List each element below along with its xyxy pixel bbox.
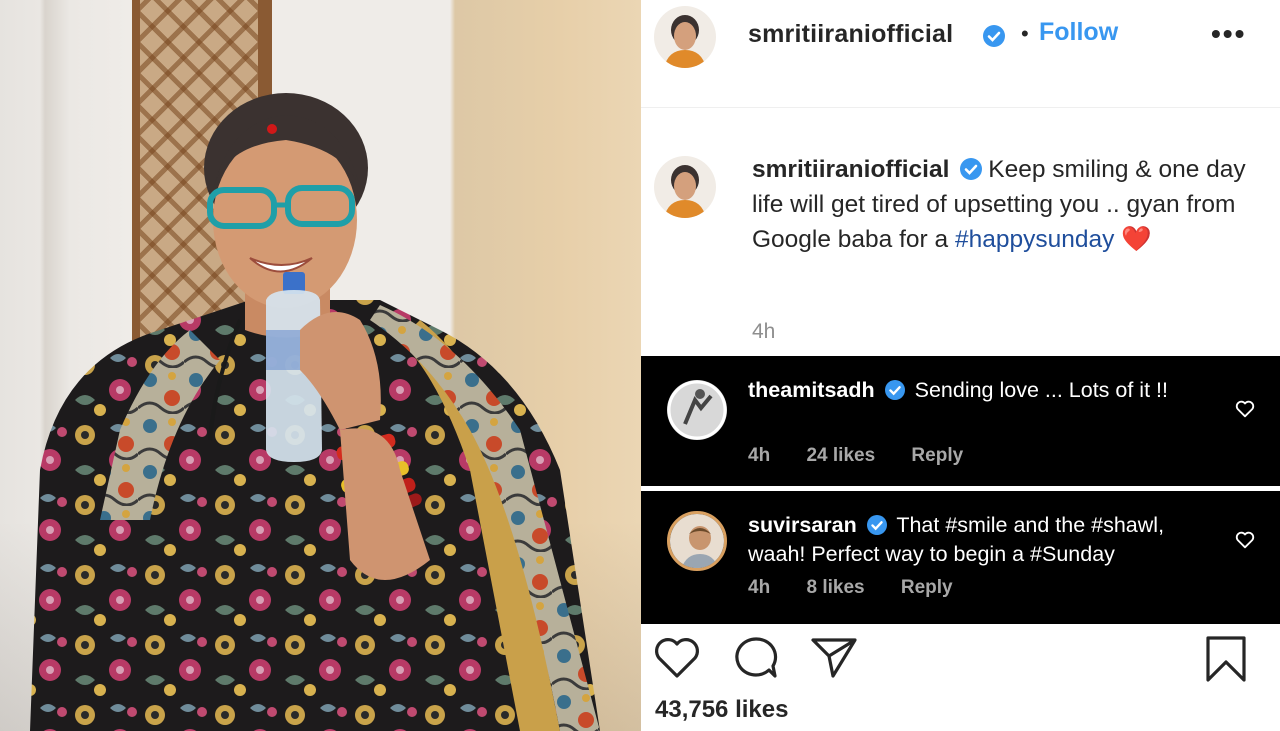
verified-badge-icon (866, 515, 887, 535)
reply-button[interactable]: Reply (901, 577, 953, 598)
hashtag-link[interactable]: #happysunday (955, 226, 1114, 253)
caption-timestamp: 4h (752, 320, 776, 343)
more-options-icon[interactable]: ••• (1211, 18, 1246, 50)
paper-plane-icon[interactable] (809, 634, 859, 680)
comment-body: suvirsaran That #smile and the #shawl, w… (748, 511, 1218, 569)
bookmark-icon[interactable] (1203, 634, 1249, 684)
comment-meta: 4h 8 likes Reply (748, 577, 984, 599)
post-side-panel: smritiiraniofficial • Follow ••• smritii… (641, 0, 1280, 731)
comment-bubble-icon[interactable] (731, 634, 781, 680)
commenter-username[interactable]: theamitsadh (748, 378, 875, 402)
small-heart-icon[interactable] (1234, 398, 1256, 420)
comment-text: Sending love ... Lots of it !! (914, 378, 1168, 402)
post-action-bar (641, 628, 1280, 688)
heart-outline-icon[interactable] (653, 634, 701, 680)
comment-item: theamitsadh Sending love ... Lots of it … (641, 356, 1280, 486)
author-avatar[interactable] (654, 6, 716, 68)
verified-badge-icon (983, 25, 1005, 47)
verified-badge-icon (884, 380, 905, 400)
reply-button[interactable]: Reply (911, 445, 963, 466)
verified-badge-icon (960, 158, 983, 180)
woman-with-water-bottle-illustration (30, 93, 600, 731)
follow-button[interactable]: Follow (1039, 18, 1118, 47)
commenter-avatar[interactable] (667, 380, 727, 440)
author-username[interactable]: smritiiraniofficial (748, 20, 953, 49)
comment-time: 4h (748, 577, 771, 598)
post-caption: smritiiraniofficial Keep smiling & one d… (641, 108, 1280, 356)
comment-likes[interactable]: 24 likes (806, 445, 875, 466)
caption-author-avatar[interactable] (654, 156, 716, 218)
red-heart-emoji: ❤️ (1121, 226, 1152, 253)
comment-item: suvirsaran That #smile and the #shawl, w… (641, 491, 1280, 624)
comment-time: 4h (748, 445, 771, 466)
commenter-username[interactable]: suvirsaran (748, 513, 857, 537)
post-header: smritiiraniofficial • Follow ••• (641, 0, 1280, 108)
comment-body: theamitsadh Sending love ... Lots of it … (748, 376, 1218, 405)
comment-likes[interactable]: 8 likes (806, 577, 864, 598)
caption-username[interactable]: smritiiraniofficial (752, 156, 949, 183)
comment-meta: 4h 24 likes Reply (748, 445, 994, 467)
caption-text: smritiiraniofficial Keep smiling & one d… (752, 152, 1252, 257)
commenter-avatar[interactable] (667, 511, 727, 571)
small-heart-icon[interactable] (1234, 529, 1256, 551)
likes-count[interactable]: 43,756 likes (655, 696, 788, 724)
post-photo (0, 0, 641, 731)
separator-dot: • (1021, 21, 1029, 46)
